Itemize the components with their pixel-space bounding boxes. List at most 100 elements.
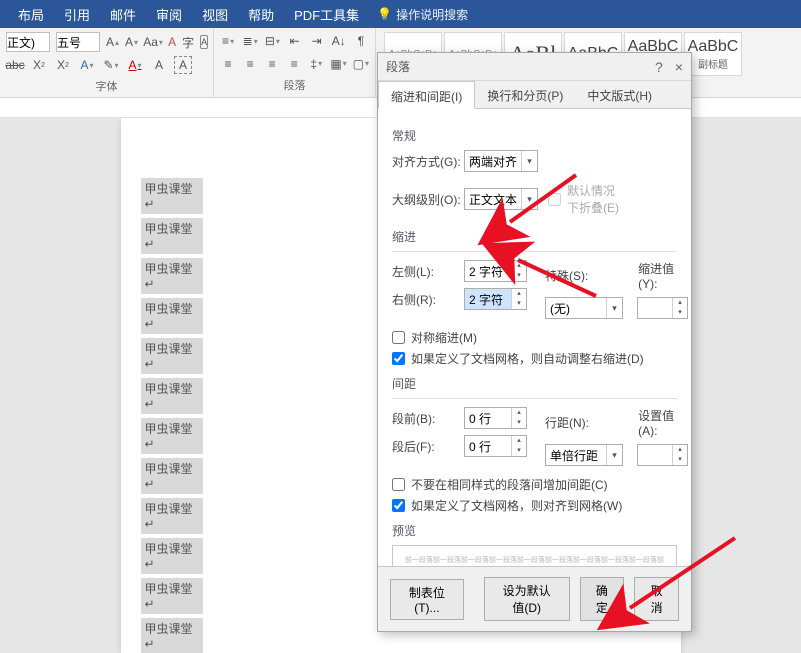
list-item[interactable]: 甲虫课堂↵: [141, 298, 203, 334]
list-item[interactable]: 甲虫课堂↵: [141, 178, 203, 214]
spin-down-icon[interactable]: ▾: [512, 299, 526, 309]
line-spacing-button[interactable]: ‡▾: [308, 55, 324, 73]
align-justify-button[interactable]: ≡: [286, 55, 302, 73]
align-right-button[interactable]: ≡: [264, 55, 280, 73]
subscript-button[interactable]: X2: [30, 56, 48, 74]
tab-help[interactable]: 帮助: [238, 0, 284, 28]
alignment-combo[interactable]: ▾: [464, 150, 538, 172]
align-center-button[interactable]: ≡: [242, 55, 258, 73]
spin-down-icon[interactable]: ▾: [512, 418, 526, 428]
tab-review[interactable]: 审阅: [146, 0, 192, 28]
space-after-spinner[interactable]: ▴▾: [464, 435, 527, 457]
spin-up-icon[interactable]: ▴: [673, 298, 687, 308]
chevron-down-icon[interactable]: ▾: [521, 151, 537, 171]
spin-down-icon[interactable]: ▾: [673, 455, 687, 465]
list-item[interactable]: 甲虫课堂↵: [141, 338, 203, 374]
bullets-button[interactable]: ≡▾: [220, 32, 236, 50]
chevron-down-icon[interactable]: ▾: [606, 298, 622, 318]
style-item-subtitle[interactable]: AaBbC副标题: [684, 32, 742, 76]
space-after-value[interactable]: [465, 436, 511, 456]
show-marks-button[interactable]: ¶: [353, 32, 369, 50]
font-size-combo[interactable]: [56, 32, 100, 52]
line-spacing-value[interactable]: [546, 445, 606, 465]
indent-right-value[interactable]: [465, 289, 511, 309]
multilevel-button[interactable]: ⊟▾: [264, 32, 280, 50]
set-default-button[interactable]: 设为默认值(D): [484, 577, 570, 621]
tell-me-search[interactable]: 💡 操作说明搜索: [377, 6, 468, 23]
tab-layout[interactable]: 布局: [8, 0, 54, 28]
dialog-titlebar[interactable]: 段落 ? ×: [378, 53, 691, 81]
char-shading-button[interactable]: A: [150, 56, 168, 74]
font-name-combo[interactable]: [6, 32, 50, 52]
phonetic-button[interactable]: 字: [182, 33, 194, 51]
spin-down-icon[interactable]: ▾: [512, 446, 526, 456]
sort-button[interactable]: A↓: [331, 32, 347, 50]
spacing-set-spinner[interactable]: ▴▾: [637, 444, 688, 466]
change-case-button[interactable]: Aa▾: [144, 33, 162, 51]
tabs-button[interactable]: 制表位(T)...: [390, 579, 464, 620]
spin-down-icon[interactable]: ▾: [512, 271, 526, 281]
spin-up-icon[interactable]: ▴: [512, 289, 526, 299]
numbering-button[interactable]: ≣▾: [242, 32, 258, 50]
list-item[interactable]: 甲虫课堂↵: [141, 378, 203, 414]
shading-button[interactable]: ▦▾: [330, 55, 346, 73]
align-left-button[interactable]: ≡: [220, 55, 236, 73]
space-before-value[interactable]: [465, 408, 511, 428]
highlight-button[interactable]: ✎▾: [102, 56, 120, 74]
chevron-down-icon[interactable]: ▾: [521, 189, 537, 209]
tab-line-break[interactable]: 换行和分页(P): [475, 81, 575, 108]
special-combo[interactable]: ▾: [545, 297, 623, 319]
close-icon[interactable]: ×: [675, 59, 683, 75]
list-item[interactable]: 甲虫课堂↵: [141, 218, 203, 254]
chevron-down-icon[interactable]: ▾: [606, 445, 622, 465]
indent-value-spinner[interactable]: ▴▾: [637, 297, 688, 319]
indent-left-value[interactable]: [465, 261, 511, 281]
spin-up-icon[interactable]: ▴: [512, 408, 526, 418]
spin-up-icon[interactable]: ▴: [673, 445, 687, 455]
inc-indent-button[interactable]: ⇥: [309, 32, 325, 50]
snap-grid-checkbox[interactable]: [392, 499, 405, 512]
auto-indent-checkbox[interactable]: [392, 352, 405, 365]
line-spacing-combo[interactable]: ▾: [545, 444, 623, 466]
list-item[interactable]: 甲虫课堂↵: [141, 578, 203, 614]
strike-button[interactable]: abc: [6, 56, 24, 74]
outline-combo[interactable]: ▾: [464, 188, 538, 210]
space-before-spinner[interactable]: ▴▾: [464, 407, 527, 429]
help-icon[interactable]: ?: [655, 59, 663, 75]
spin-down-icon[interactable]: ▾: [673, 308, 687, 318]
tab-references[interactable]: 引用: [54, 0, 100, 28]
borders-button[interactable]: ▢▾: [353, 55, 369, 73]
ok-button[interactable]: 确定: [580, 577, 625, 621]
tab-pdftools[interactable]: PDF工具集: [284, 0, 369, 28]
alignment-value[interactable]: [465, 151, 521, 171]
text-effects-button[interactable]: A▾: [78, 56, 96, 74]
spacing-set-value[interactable]: [638, 445, 672, 465]
indent-right-spinner[interactable]: ▴▾: [464, 288, 527, 310]
dec-indent-button[interactable]: ⇤: [286, 32, 302, 50]
tab-mailings[interactable]: 邮件: [100, 0, 146, 28]
list-item[interactable]: 甲虫课堂↵: [141, 498, 203, 534]
no-space-checkbox[interactable]: [392, 478, 405, 491]
shrink-font-button[interactable]: A▾: [125, 33, 138, 51]
tab-view[interactable]: 视图: [192, 0, 238, 28]
enclose-button[interactable]: A: [200, 35, 208, 49]
cancel-button[interactable]: 取消: [634, 577, 679, 621]
grow-font-button[interactable]: A▴: [106, 33, 119, 51]
list-item[interactable]: 甲虫课堂↵: [141, 258, 203, 294]
list-item[interactable]: 甲虫课堂↵: [141, 538, 203, 574]
list-item[interactable]: 甲虫课堂↵: [141, 618, 203, 653]
superscript-button[interactable]: X2: [54, 56, 72, 74]
tab-indent-spacing[interactable]: 缩进和间距(I): [378, 81, 475, 109]
clear-format-button[interactable]: A: [168, 33, 176, 51]
indent-left-spinner[interactable]: ▴▾: [464, 260, 527, 282]
sym-indent-checkbox[interactable]: [392, 331, 405, 344]
char-border-button[interactable]: A: [174, 56, 192, 74]
list-item[interactable]: 甲虫课堂↵: [141, 418, 203, 454]
tab-asian[interactable]: 中文版式(H): [575, 81, 664, 108]
spin-up-icon[interactable]: ▴: [512, 436, 526, 446]
special-value[interactable]: [546, 298, 606, 318]
outline-value[interactable]: [465, 189, 521, 209]
indent-value-field[interactable]: [638, 298, 672, 318]
spin-up-icon[interactable]: ▴: [512, 261, 526, 271]
list-item[interactable]: 甲虫课堂↵: [141, 458, 203, 494]
